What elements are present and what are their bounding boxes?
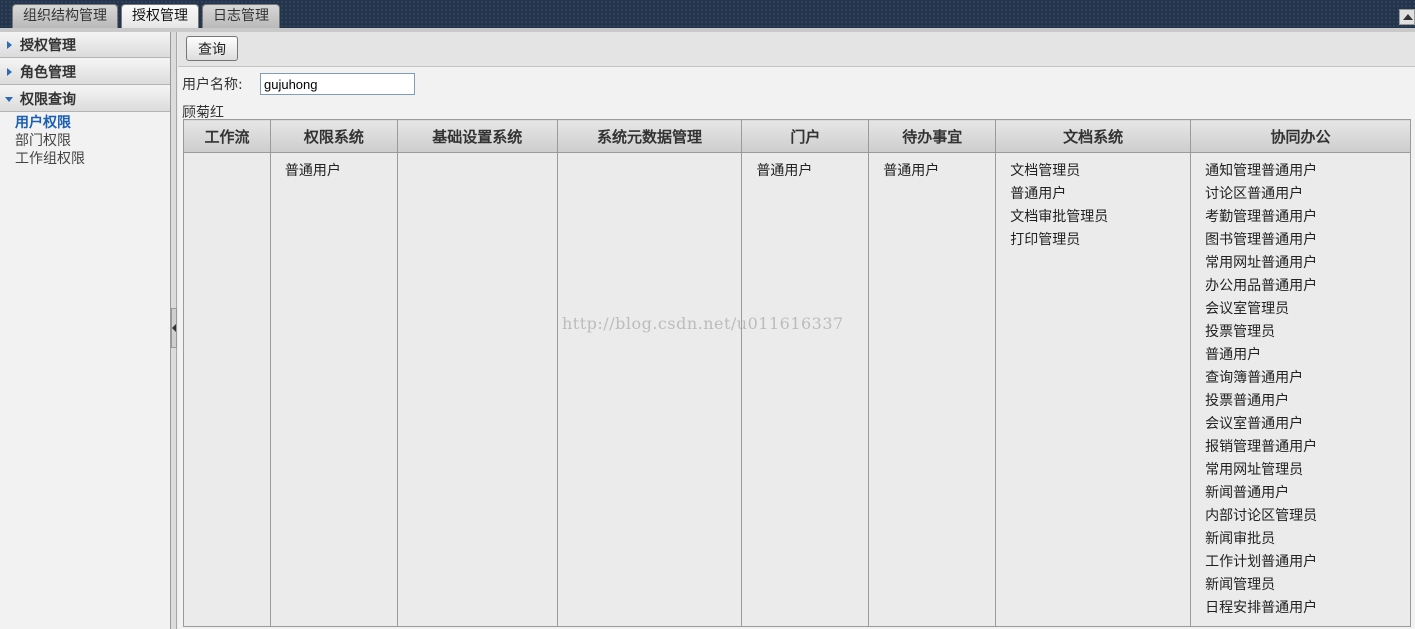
toolbar: 查询 xyxy=(178,32,1415,67)
role-item: 图书管理普通用户 xyxy=(1205,232,1318,248)
role-item: 投票普通用户 xyxy=(1205,393,1290,409)
role-item: 讨论区普通用户 xyxy=(1205,186,1304,202)
tab-org-structure[interactable]: 组织结构管理 xyxy=(12,4,118,28)
table-cell: 通知管理普通用户 讨论区普通用户 考勤管理普通用户 图书管理普通用户 常用网址普通用户办… xyxy=(1190,152,1411,627)
top-tab-bar: 组织结构管理 授权管理 日志管理 xyxy=(0,0,1415,28)
role-item: 文档审批管理员 xyxy=(1010,209,1109,225)
sidebar: 授权管理 角色管理 权限查询 用户权限 部门权限 工作组权限 xyxy=(0,32,171,629)
column-header: 系统元数据管理 xyxy=(556,119,743,153)
collapse-left-icon[interactable] xyxy=(171,308,177,348)
column-header: 权限系统 xyxy=(269,119,398,153)
username-input[interactable] xyxy=(260,73,415,95)
sidebar-section-roles[interactable]: 角色管理 xyxy=(0,59,170,85)
sidebar-section-label: 授权管理 xyxy=(20,37,76,54)
role-item: 普通用户 xyxy=(756,163,813,179)
sidebar-item-dept-permissions[interactable]: 部门权限 xyxy=(15,132,170,150)
role-item: 打印管理员 xyxy=(1010,232,1081,248)
role-item: 普通用户 xyxy=(1205,347,1262,363)
tab-logs[interactable]: 日志管理 xyxy=(202,4,280,28)
column-header: 基础设置系统 xyxy=(396,119,558,153)
column-header: 工作流 xyxy=(183,119,271,153)
tab-authorization[interactable]: 授权管理 xyxy=(121,4,199,28)
role-item: 工作计划普通用户 xyxy=(1205,554,1318,570)
role-item: 会议室管理员 xyxy=(1205,301,1290,317)
table-cell xyxy=(556,152,743,627)
column-header: 待办事宜 xyxy=(868,119,997,153)
role-item: 日程安排普通用户 xyxy=(1205,600,1318,616)
chevron-right-icon xyxy=(4,67,14,77)
main-panel: 查询 用户名称: 顾菊红 工作流 权限系统 基础设置系统 系统元数据管理 门户 … xyxy=(178,32,1415,629)
role-item: 新闻管理员 xyxy=(1205,577,1276,593)
table-cell xyxy=(396,152,558,627)
role-item: 普通用户 xyxy=(284,163,341,179)
query-button[interactable]: 查询 xyxy=(186,36,238,61)
column-header: 文档系统 xyxy=(995,119,1192,153)
chevron-down-icon xyxy=(4,94,14,104)
sidebar-section-label: 角色管理 xyxy=(20,64,76,81)
sidebar-section-label: 权限查询 xyxy=(20,91,76,108)
role-item: 常用网址普通用户 xyxy=(1205,255,1318,271)
table-cell xyxy=(183,152,271,627)
role-item: 普通用户 xyxy=(883,163,940,179)
role-item: 报销管理普通用户 xyxy=(1205,439,1318,455)
sidebar-item-user-permissions[interactable]: 用户权限 xyxy=(15,114,170,132)
table-cell: 普通用户 xyxy=(741,152,870,627)
role-item: 投票管理员 xyxy=(1205,324,1276,340)
table-header-row: 工作流 权限系统 基础设置系统 系统元数据管理 门户 待办事宜 文档系统 协同办… xyxy=(183,119,1411,153)
role-item: 新闻审批员 xyxy=(1205,531,1276,547)
column-header: 协同办公 xyxy=(1190,119,1411,153)
collapse-up-icon[interactable] xyxy=(1399,9,1415,25)
sidebar-item-group-permissions[interactable]: 工作组权限 xyxy=(15,150,170,168)
table-cell: 普通用户 xyxy=(868,152,997,627)
chevron-right-icon xyxy=(4,40,14,50)
sidebar-sub-list: 用户权限 部门权限 工作组权限 xyxy=(0,112,170,168)
role-item: 内部讨论区管理员 xyxy=(1205,508,1318,524)
permission-table: 工作流 权限系统 基础设置系统 系统元数据管理 门户 待办事宜 文档系统 协同办… xyxy=(183,119,1411,627)
role-item: 考勤管理普通用户 xyxy=(1205,209,1318,225)
table-cell: 普通用户 xyxy=(269,152,398,627)
sidebar-section-authorization[interactable]: 授权管理 xyxy=(0,32,170,58)
role-item: 会议室普通用户 xyxy=(1205,416,1304,432)
role-item: 文档管理员 xyxy=(1010,163,1081,179)
role-item: 查询簿普通用户 xyxy=(1205,370,1304,386)
table-row: 普通用户 普通用户 普通用户 文档管理员 普通用户 文档审批管理员 打印管理员 通知管… xyxy=(183,152,1411,627)
role-item: 办公用品普通用户 xyxy=(1205,278,1318,294)
role-item: 通知管理普通用户 xyxy=(1205,163,1318,179)
panel-splitter[interactable] xyxy=(171,32,177,629)
top-tabs: 组织结构管理 授权管理 日志管理 xyxy=(12,4,280,28)
table-cell: 文档管理员普通用户文档审批管理员 打印管理员 xyxy=(995,152,1192,627)
username-label: 用户名称: xyxy=(182,77,243,93)
role-item: 常用网址管理员 xyxy=(1205,462,1304,478)
role-item: 新闻普通用户 xyxy=(1205,485,1290,501)
column-header: 门户 xyxy=(741,119,870,153)
sidebar-section-permission-query[interactable]: 权限查询 xyxy=(0,86,170,112)
role-item: 普通用户 xyxy=(1010,186,1067,202)
username-row: 用户名称: xyxy=(182,73,415,95)
